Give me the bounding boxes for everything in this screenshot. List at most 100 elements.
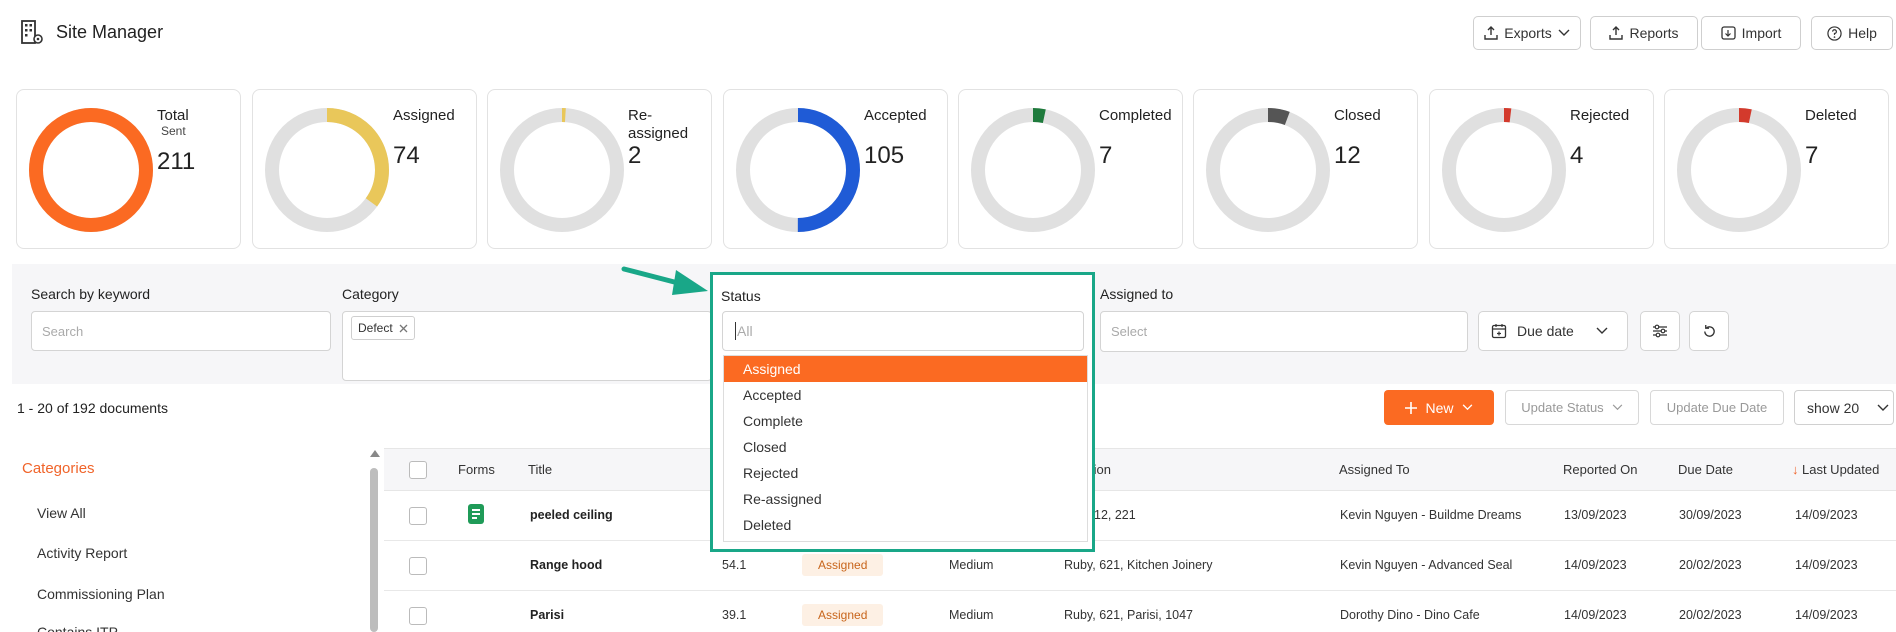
table-row[interactable]: Range hood 54.1 Assigned Medium Ruby, 621, K… [384, 541, 1896, 591]
due-date-label: Due date [1517, 323, 1574, 339]
stat-card-closed[interactable]: Closed 12 [1193, 89, 1418, 249]
select-all-checkbox[interactable] [409, 461, 427, 479]
import-file-icon [1721, 26, 1736, 40]
header-due-date[interactable]: Due Date [1678, 462, 1733, 477]
stat-card-assigned[interactable]: Assigned 74 [252, 89, 477, 249]
table-row[interactable]: peeled ceiling 12, 221 Kevin Nguyen - Buil… [384, 491, 1896, 541]
row-title[interactable]: Parisi [530, 608, 564, 622]
categories-title: Categories [22, 460, 95, 477]
donut-chart [29, 108, 153, 232]
upload-icon [1609, 26, 1624, 40]
stat-value: 7 [1099, 142, 1113, 169]
row-assigned-to: Dorothy Dino - Dino Cafe [1340, 608, 1480, 622]
help-button[interactable]: Help [1811, 16, 1893, 50]
row-title[interactable]: peeled ceiling [530, 508, 613, 522]
update-due-date-button[interactable]: Update Due Date [1650, 390, 1784, 425]
document-count: 1 - 20 of 192 documents [17, 400, 168, 416]
status-placeholder: All [737, 323, 753, 339]
stat-label: Assigned [393, 107, 455, 124]
row-checkbox[interactable] [409, 507, 427, 525]
header-last-updated[interactable]: Last Updated [1802, 462, 1879, 477]
new-button[interactable]: New [1384, 390, 1494, 425]
keyword-search-input[interactable]: Search [31, 311, 331, 351]
category-item-commissioning-plan[interactable]: Commissioning Plan [37, 586, 165, 602]
upload-icon [1484, 26, 1498, 40]
reports-label: Reports [1629, 25, 1679, 41]
status-option-re-assigned[interactable]: Re-assigned [724, 486, 1087, 512]
status-option-deleted[interactable]: Deleted [724, 512, 1087, 538]
sort-desc-icon[interactable]: ↓ [1792, 462, 1799, 477]
update-status-button[interactable]: Update Status [1505, 390, 1639, 425]
status-option-accepted[interactable]: Accepted [724, 382, 1087, 408]
header-reported-on[interactable]: Reported On [1563, 462, 1637, 477]
chevron-down-icon [1877, 404, 1889, 411]
stat-card-total[interactable]: Total Sent 211 [16, 89, 241, 249]
keyword-label: Search by keyword [31, 286, 151, 302]
status-dropdown-list: Assigned Accepted Complete Closed Rejected Re… [723, 355, 1088, 542]
category-item-contains-itp[interactable]: Contains ITP [37, 624, 118, 632]
status-option-closed[interactable]: Closed [724, 434, 1087, 460]
category-chip-label: Defect [358, 321, 393, 335]
stat-card-completed[interactable]: Completed 7 [958, 89, 1183, 249]
chevron-down-icon [1462, 404, 1472, 411]
due-date-select[interactable]: Due date [1478, 311, 1628, 351]
sliders-icon [1653, 324, 1667, 338]
row-ref: 39.1 [722, 608, 747, 622]
header-assigned-to[interactable]: Assigned To [1339, 462, 1410, 477]
donut-chart [1677, 108, 1801, 232]
scroll-up-arrow-icon[interactable] [370, 450, 380, 457]
stat-card-rejected[interactable]: Rejected 4 [1429, 89, 1654, 249]
chevron-down-icon [1596, 327, 1608, 334]
table-header: Forms Title tion Assigned To Reported On… [384, 449, 1896, 491]
row-last-updated: 14/09/2023 [1795, 508, 1858, 522]
top-bar: Site Manager Exports Reports Import Help [0, 0, 1896, 66]
import-button[interactable]: Import [1701, 16, 1801, 50]
donut-chart [265, 108, 389, 232]
status-option-rejected[interactable]: Rejected [724, 460, 1087, 486]
chevron-down-icon [1558, 29, 1570, 36]
donut-chart [1206, 108, 1330, 232]
donut-fill [29, 108, 153, 232]
status-search-input[interactable]: All [722, 311, 1084, 351]
plus-icon [1405, 401, 1418, 414]
update-due-label: Update Due Date [1666, 400, 1768, 415]
stat-card-accepted[interactable]: Accepted 105 [723, 89, 948, 249]
row-due-date: 30/09/2023 [1679, 508, 1742, 522]
header-title[interactable]: Title [528, 462, 552, 477]
stat-value: 4 [1570, 142, 1584, 169]
row-reported-on: 14/09/2023 [1564, 608, 1627, 622]
sidebar-scrollbar[interactable] [370, 468, 378, 632]
assigned-to-select[interactable]: Select [1100, 311, 1468, 352]
status-label: Status [721, 288, 761, 304]
reset-filter-button[interactable] [1689, 311, 1729, 351]
stat-value: 12 [1334, 142, 1361, 169]
stat-value: 2 [628, 142, 642, 169]
exports-button[interactable]: Exports [1473, 16, 1581, 50]
advanced-filter-button[interactable] [1640, 311, 1680, 351]
row-assigned-to: Kevin Nguyen - Advanced Seal [1340, 558, 1513, 572]
category-select[interactable]: Defect [342, 311, 712, 381]
reports-button[interactable]: Reports [1590, 16, 1698, 50]
row-title[interactable]: Range hood [530, 558, 602, 572]
status-badge: Assigned [802, 554, 884, 576]
category-item-view-all[interactable]: View All [37, 505, 86, 521]
annotation-arrow [621, 266, 708, 295]
update-status-label: Update Status [1521, 400, 1604, 415]
assigned-placeholder: Select [1111, 324, 1148, 339]
stat-card-re-assigned[interactable]: Re-assigned 2 [487, 89, 712, 249]
app-title: Site Manager [56, 22, 164, 42]
page-size-select[interactable]: show 20 [1794, 390, 1894, 425]
chevron-down-icon [1612, 404, 1622, 411]
stat-card-deleted[interactable]: Deleted 7 [1664, 89, 1889, 249]
category-item-activity-report[interactable]: Activity Report [37, 545, 127, 561]
stat-value: 7 [1805, 142, 1819, 169]
status-option-complete[interactable]: Complete [724, 408, 1087, 434]
form-document-icon[interactable] [468, 504, 484, 524]
status-option-assigned[interactable]: Assigned [724, 356, 1087, 382]
table-row[interactable]: Parisi 39.1 Assigned Medium Ruby, 621, Paris… [384, 591, 1896, 632]
donut-chart [500, 108, 624, 232]
row-checkbox[interactable] [409, 607, 427, 625]
row-checkbox[interactable] [409, 557, 427, 575]
row-priority: Medium [949, 608, 994, 622]
close-icon[interactable] [399, 324, 408, 333]
